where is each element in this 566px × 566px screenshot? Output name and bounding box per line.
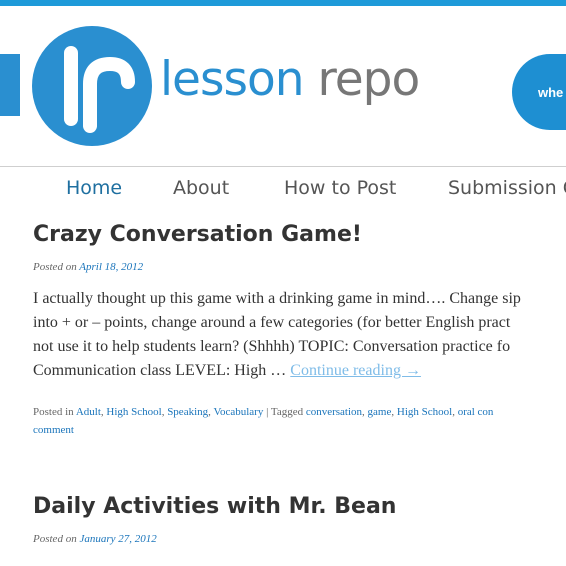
- category-link[interactable]: High School: [106, 406, 161, 418]
- logo-word-lesson: lesson: [160, 52, 304, 107]
- main-nav: Home About How to Post Submission G: [0, 167, 566, 211]
- tagged-label: | Tagged: [266, 406, 304, 418]
- post-1: Crazy Conversation Game! Posted on April…: [33, 222, 566, 439]
- post-date-link[interactable]: January 27, 2012: [79, 533, 156, 545]
- tag-link[interactable]: High School: [397, 406, 452, 418]
- post-title[interactable]: Daily Activities with Mr. Bean: [33, 494, 566, 519]
- nav-item-how-to-post[interactable]: How to Post: [284, 177, 396, 199]
- nav-item-about[interactable]: About: [173, 177, 229, 199]
- site-logo-text[interactable]: lesson repo: [160, 56, 420, 103]
- post-date-link[interactable]: April 18, 2012: [79, 261, 143, 273]
- continue-reading-link[interactable]: Continue reading →: [290, 362, 421, 379]
- excerpt-line: I actually thought up this game with a d…: [33, 290, 521, 307]
- post-title[interactable]: Crazy Conversation Game!: [33, 222, 566, 247]
- posted-on-label: Posted on: [33, 533, 77, 545]
- post-footer: Posted in Adult, High School, Speaking, …: [33, 406, 494, 436]
- nav-item-home[interactable]: Home: [66, 177, 122, 199]
- posted-in-label: Posted in: [33, 406, 74, 418]
- excerpt-line: not use it to help students learn? (Shhh…: [33, 338, 511, 355]
- tag-link[interactable]: conversation: [306, 406, 362, 418]
- logo-bracket-decoration: [0, 54, 20, 116]
- category-link[interactable]: Speaking: [167, 406, 208, 418]
- logo-word-repo: repo: [317, 52, 420, 107]
- logo-mark-icon[interactable]: [30, 24, 154, 148]
- tagline-text: whe: [538, 85, 564, 100]
- post-meta: Posted on April 18, 2012: [33, 261, 566, 273]
- excerpt-line-text: Communication class LEVEL: High …: [33, 362, 291, 379]
- post-meta: Posted on January 27, 2012: [33, 533, 566, 545]
- nav-item-submission-guidelines[interactable]: Submission G: [448, 177, 566, 199]
- excerpt-line: into + or – points, change around a few …: [33, 314, 511, 331]
- tag-link[interactable]: game: [368, 406, 392, 418]
- tag-link[interactable]: oral con: [458, 406, 494, 418]
- category-link[interactable]: Adult: [76, 406, 101, 418]
- post-excerpt: I actually thought up this game with a d…: [33, 287, 566, 383]
- site-header: lesson repo whe: [0, 6, 566, 166]
- comment-link[interactable]: comment: [33, 424, 74, 436]
- post-2: Daily Activities with Mr. Bean Posted on…: [33, 494, 566, 545]
- category-link[interactable]: Vocabulary: [213, 406, 263, 418]
- excerpt-line: Communication class LEVEL: High … Contin…: [33, 359, 566, 383]
- posted-on-label: Posted on: [33, 261, 77, 273]
